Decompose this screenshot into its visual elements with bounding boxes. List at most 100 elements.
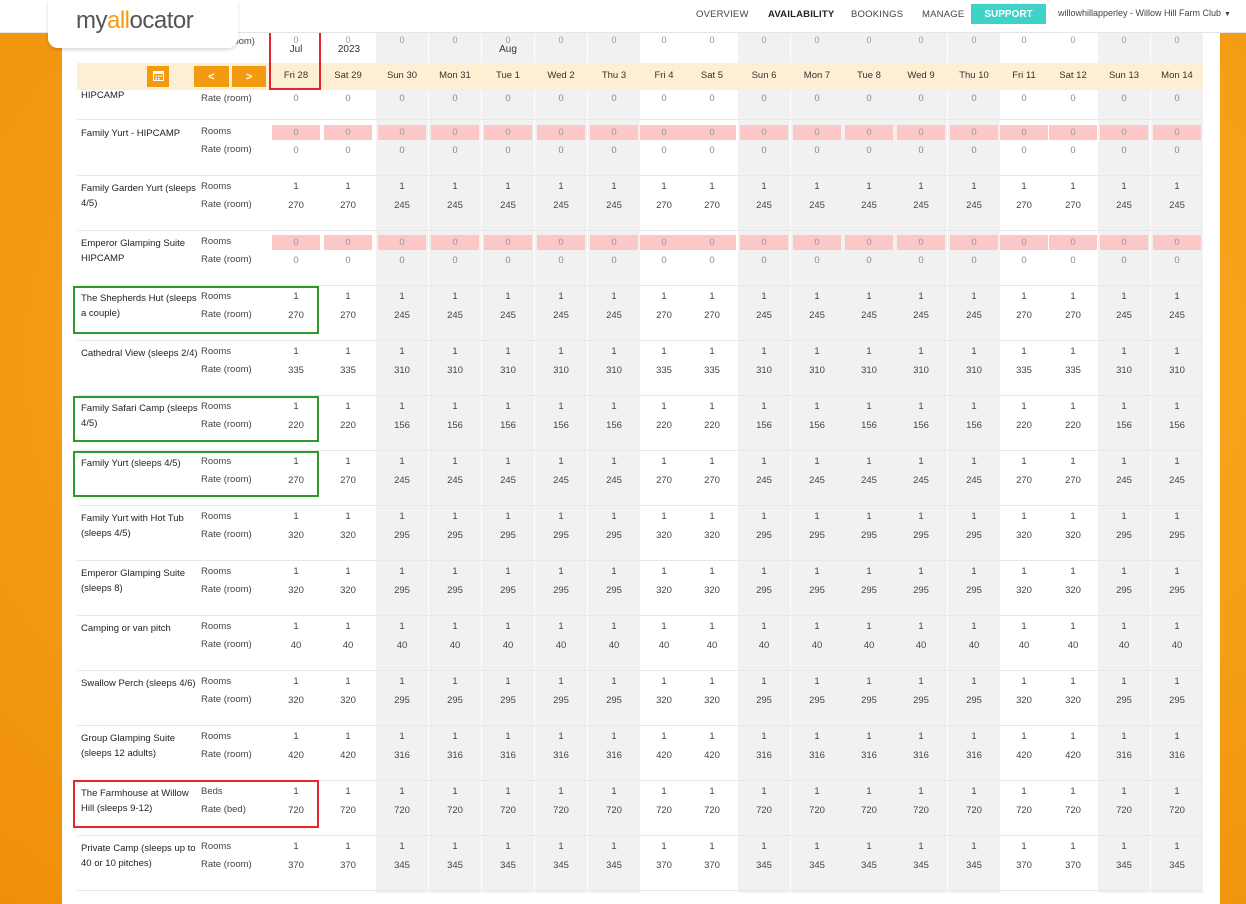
room-name[interactable]: Family Garden Yurt (sleeps 4/5) — [81, 181, 199, 211]
rate-cell[interactable]: 270 — [324, 475, 372, 486]
availability-cell[interactable]: 1 — [590, 511, 638, 522]
rate-cell[interactable]: 0 — [537, 255, 585, 266]
rate-cell[interactable]: 0 — [897, 145, 945, 156]
availability-cell[interactable]: 1 — [324, 511, 372, 522]
availability-cell[interactable]: 1 — [590, 346, 638, 357]
rate-cell[interactable]: 0 — [1100, 93, 1148, 104]
rate-cell[interactable]: 0 — [845, 145, 893, 156]
rate-cell[interactable]: 295 — [431, 530, 479, 541]
availability-cell[interactable]: 1 — [845, 621, 893, 632]
availability-cell[interactable]: 1 — [640, 291, 688, 302]
rate-cell[interactable]: 310 — [431, 365, 479, 376]
support-button[interactable]: SUPPORT — [971, 4, 1046, 24]
availability-cell[interactable]: 0 — [590, 235, 638, 250]
rate-cell[interactable]: 0 — [640, 255, 688, 266]
availability-cell[interactable]: 1 — [431, 511, 479, 522]
availability-cell[interactable]: 1 — [740, 731, 788, 742]
availability-cell[interactable]: 1 — [793, 841, 841, 852]
rate-cell[interactable]: 295 — [1100, 695, 1148, 706]
availability-cell[interactable]: 1 — [378, 621, 426, 632]
rate-cell[interactable]: 0 — [431, 145, 479, 156]
rate-cell[interactable]: 720 — [590, 805, 638, 816]
date-header-cell[interactable]: Tue 8 — [843, 70, 895, 81]
rate-cell[interactable]: 245 — [950, 310, 998, 321]
availability-cell[interactable]: 1 — [590, 621, 638, 632]
rate-cell[interactable]: 0 — [272, 93, 320, 104]
date-header-cell[interactable]: Sun 30 — [376, 70, 428, 81]
availability-cell[interactable]: 1 — [431, 621, 479, 632]
rate-cell[interactable]: 0 — [324, 93, 372, 104]
rate-cell[interactable]: 220 — [1049, 420, 1097, 431]
availability-cell[interactable]: 0 — [740, 125, 788, 140]
rate-cell[interactable]: 310 — [1100, 365, 1148, 376]
availability-cell[interactable]: 1 — [1100, 181, 1148, 192]
availability-cell[interactable]: 1 — [431, 401, 479, 412]
availability-cell[interactable]: 1 — [897, 731, 945, 742]
rate-cell[interactable]: 40 — [431, 640, 479, 651]
rate-cell[interactable]: 320 — [1049, 530, 1097, 541]
rate-cell[interactable]: 320 — [688, 585, 736, 596]
availability-cell[interactable]: 1 — [1000, 346, 1048, 357]
rate-cell[interactable]: 245 — [950, 475, 998, 486]
availability-cell[interactable]: 0 — [1000, 125, 1048, 140]
availability-cell[interactable]: 1 — [688, 456, 736, 467]
rate-cell[interactable]: 295 — [793, 585, 841, 596]
date-header-cell[interactable]: Sat 29 — [322, 70, 374, 81]
rate-cell[interactable]: 420 — [1000, 750, 1048, 761]
rate-cell[interactable]: 295 — [845, 695, 893, 706]
availability-cell[interactable]: 0 — [845, 235, 893, 250]
rate-cell[interactable]: 270 — [324, 200, 372, 211]
availability-cell[interactable]: 1 — [1100, 731, 1148, 742]
rate-cell[interactable]: 245 — [537, 200, 585, 211]
availability-cell[interactable]: 1 — [484, 181, 532, 192]
rate-cell[interactable]: 0 — [740, 93, 788, 104]
availability-cell[interactable]: 1 — [950, 401, 998, 412]
rate-cell[interactable]: 370 — [272, 860, 320, 871]
availability-cell[interactable]: 0 — [537, 125, 585, 140]
availability-cell[interactable]: 1 — [1049, 346, 1097, 357]
availability-cell[interactable]: 1 — [1049, 786, 1097, 797]
availability-cell[interactable]: 1 — [378, 566, 426, 577]
availability-cell[interactable]: 1 — [793, 566, 841, 577]
availability-cell[interactable]: 1 — [845, 401, 893, 412]
availability-cell[interactable]: 1 — [640, 566, 688, 577]
rate-cell[interactable]: 0 — [378, 93, 426, 104]
availability-cell[interactable]: 1 — [688, 291, 736, 302]
availability-cell[interactable]: 1 — [740, 621, 788, 632]
rate-cell[interactable]: 316 — [1100, 750, 1148, 761]
availability-cell[interactable]: 1 — [793, 731, 841, 742]
date-header-cell[interactable]: Wed 9 — [895, 70, 947, 81]
rate-cell[interactable]: 0 — [272, 145, 320, 156]
rate-cell[interactable]: 40 — [845, 640, 893, 651]
rate-cell[interactable]: 295 — [431, 695, 479, 706]
rate-cell[interactable]: 295 — [378, 530, 426, 541]
rate-cell[interactable]: 0 — [484, 255, 532, 266]
rate-cell[interactable]: 156 — [845, 420, 893, 431]
rate-cell[interactable]: 370 — [324, 860, 372, 871]
availability-cell[interactable]: 1 — [324, 731, 372, 742]
room-name[interactable]: Family Yurt (sleeps 4/5) — [81, 456, 199, 471]
availability-cell[interactable]: 1 — [272, 181, 320, 192]
availability-cell[interactable]: 1 — [590, 731, 638, 742]
availability-cell[interactable]: 0 — [324, 125, 372, 140]
availability-cell[interactable]: 1 — [688, 841, 736, 852]
rate-cell[interactable]: 245 — [590, 200, 638, 211]
rate-cell[interactable]: 220 — [688, 420, 736, 431]
rate-cell[interactable]: 720 — [688, 805, 736, 816]
rate-cell[interactable]: 295 — [484, 695, 532, 706]
date-header-cell[interactable]: Mon 14 — [1151, 70, 1203, 81]
rate-cell[interactable]: 335 — [324, 365, 372, 376]
rate-cell[interactable]: 0 — [950, 145, 998, 156]
availability-cell[interactable]: 1 — [793, 511, 841, 522]
rate-cell[interactable]: 156 — [1100, 420, 1148, 431]
rate-cell[interactable]: 245 — [740, 310, 788, 321]
date-header-cell[interactable]: Fri 4 — [638, 70, 690, 81]
rate-cell[interactable]: 295 — [1100, 585, 1148, 596]
rate-cell[interactable]: 245 — [1100, 310, 1148, 321]
rate-cell[interactable]: 310 — [378, 365, 426, 376]
rate-cell[interactable]: 345 — [740, 860, 788, 871]
rate-cell[interactable]: 370 — [640, 860, 688, 871]
rate-cell[interactable]: 156 — [537, 420, 585, 431]
availability-cell[interactable]: 1 — [537, 291, 585, 302]
rate-cell[interactable]: 245 — [431, 475, 479, 486]
